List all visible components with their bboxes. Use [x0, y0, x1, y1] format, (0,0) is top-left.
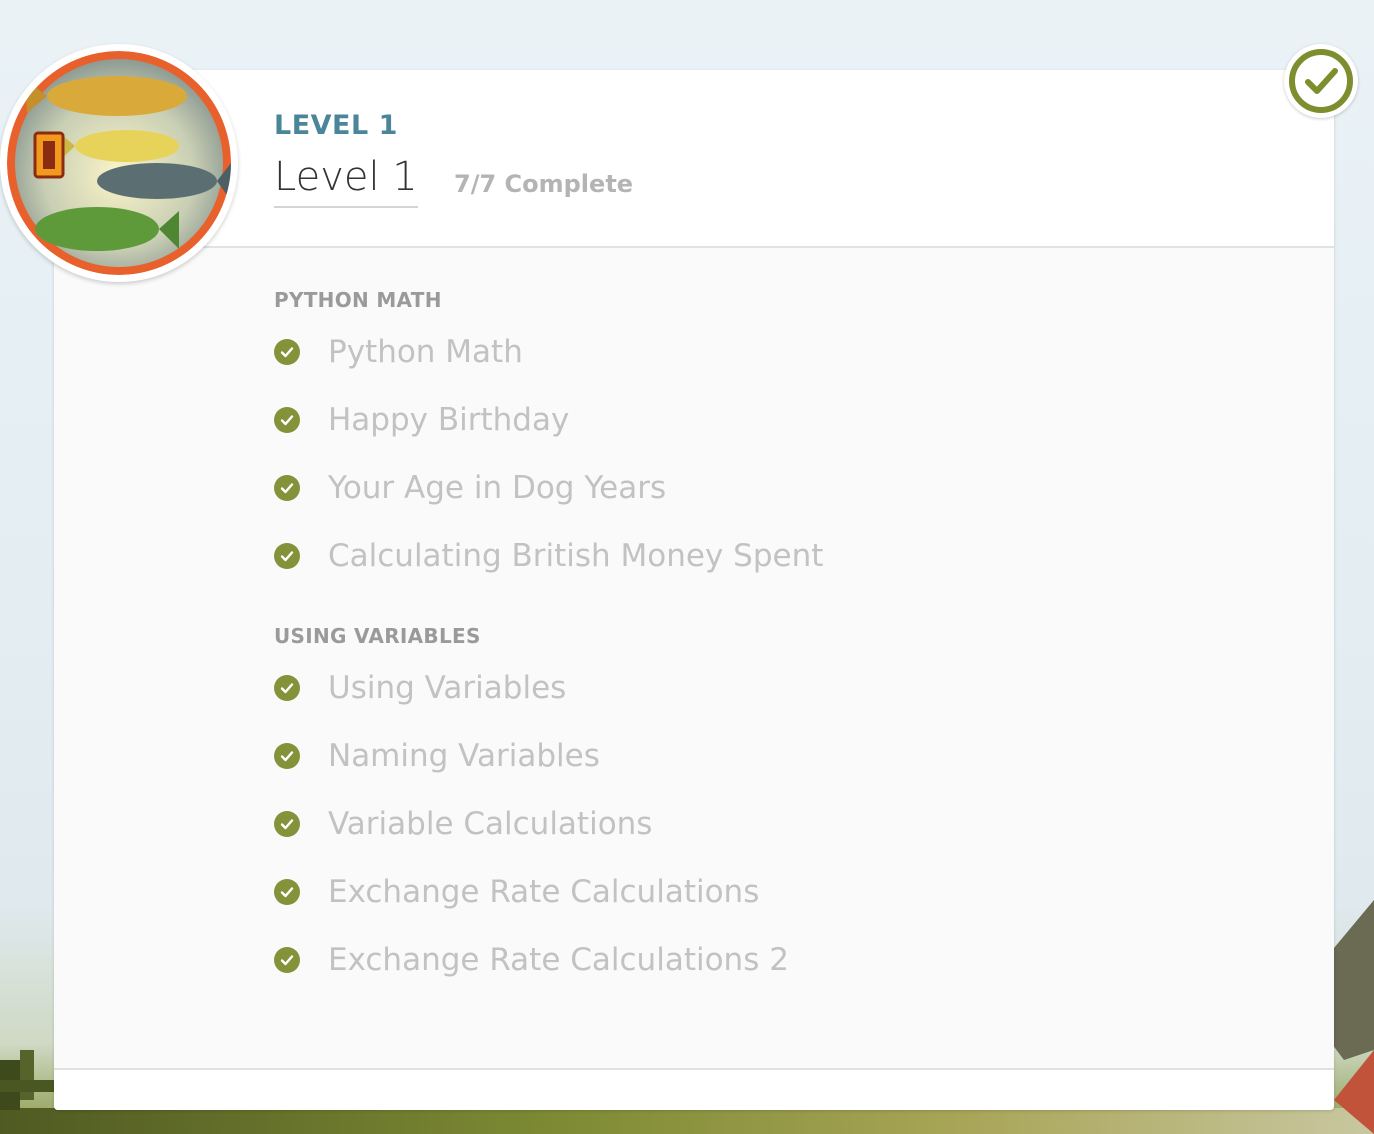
lesson-item[interactable]: Your Age in Dog Years [274, 454, 823, 522]
section-using-variables: USING VARIABLES Using Variables Naming V… [274, 624, 789, 994]
lesson-item[interactable]: Python Math [274, 318, 823, 386]
level-kicker: LEVEL 1 [274, 110, 398, 141]
lesson-label: Exchange Rate Calculations 2 [328, 942, 789, 978]
level-progress: 7/7 Complete [454, 170, 634, 198]
background-ground [0, 1108, 1374, 1134]
check-icon [274, 743, 300, 769]
lesson-label: Happy Birthday [328, 402, 570, 438]
lesson-item[interactable]: Variable Calculations [274, 790, 789, 858]
check-icon [274, 543, 300, 569]
background-airplane [0, 1050, 60, 1110]
level-header: LEVEL 1 Level 1 7/7 Complete [54, 70, 1334, 248]
check-circle-icon [1284, 44, 1358, 118]
lesson-item[interactable]: Exchange Rate Calculations 2 [274, 926, 789, 994]
lesson-label: Exchange Rate Calculations [328, 874, 760, 910]
check-icon [274, 339, 300, 365]
lesson-label: Using Variables [328, 670, 567, 706]
lesson-item[interactable]: Using Variables [274, 654, 789, 722]
lesson-item[interactable]: Exchange Rate Calculations [274, 858, 789, 926]
section-python-math: PYTHON MATH Python Math Happy Birthday Y… [274, 288, 823, 590]
level-badge [0, 44, 238, 282]
lesson-label: Variable Calculations [328, 806, 653, 842]
check-icon [274, 811, 300, 837]
level-title: Level 1 [274, 154, 418, 208]
lesson-label: Naming Variables [328, 738, 600, 774]
check-icon [274, 475, 300, 501]
check-icon [274, 675, 300, 701]
section-title: USING VARIABLES [274, 624, 481, 648]
check-icon [274, 947, 300, 973]
lesson-label: Your Age in Dog Years [328, 470, 667, 506]
card-footer [54, 1068, 1334, 1110]
lesson-item[interactable]: Naming Variables [274, 722, 789, 790]
section-title: PYTHON MATH [274, 288, 442, 312]
level-card: LEVEL 1 Level 1 7/7 Complete PYTHON MATH… [54, 70, 1334, 1110]
check-icon [274, 879, 300, 905]
fish-badge-image [7, 51, 231, 275]
lesson-label: Python Math [328, 334, 523, 370]
check-icon [274, 407, 300, 433]
lesson-item[interactable]: Happy Birthday [274, 386, 823, 454]
lesson-item[interactable]: Calculating British Money Spent [274, 522, 823, 590]
lesson-label: Calculating British Money Spent [328, 538, 824, 574]
